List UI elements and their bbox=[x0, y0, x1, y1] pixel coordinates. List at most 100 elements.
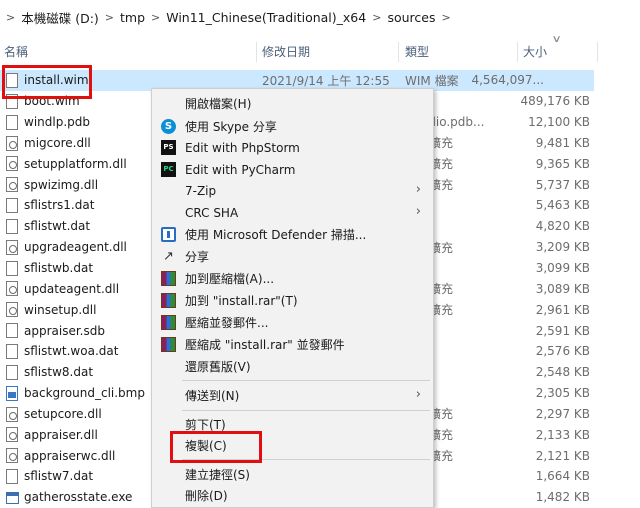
share-icon: ↗ bbox=[163, 249, 174, 264]
file-size: 2,133 KB bbox=[535, 427, 590, 442]
file-date: 2021/9/14 上午 12:55 bbox=[262, 73, 390, 88]
menu-item-pycharm[interactable]: PC Edit with PyCharm bbox=[152, 159, 433, 180]
file-name: setupplatform.dll bbox=[24, 156, 127, 171]
menu-separator bbox=[182, 410, 430, 411]
menu-item-7zip[interactable]: 7-Zip › bbox=[152, 180, 433, 201]
file-type: WIM 檔案 bbox=[405, 73, 459, 88]
menu-separator bbox=[182, 380, 430, 381]
file-size: 9,481 KB bbox=[535, 135, 590, 150]
column-divider[interactable] bbox=[398, 42, 399, 62]
menu-item-share[interactable]: ↗ 分享 bbox=[152, 246, 433, 267]
file-name: sflistwb.dat bbox=[24, 261, 94, 276]
dll-icon bbox=[6, 406, 18, 422]
menu-item-label: 傳送到(N) bbox=[185, 389, 240, 403]
file-icon bbox=[6, 469, 18, 485]
breadcrumb-item[interactable]: 本機磁碟 (D:) bbox=[21, 8, 99, 27]
winrar-icon bbox=[161, 271, 176, 286]
file-size: 2,297 KB bbox=[535, 406, 590, 421]
column-header-date[interactable]: 修改日期 bbox=[262, 38, 310, 66]
column-header-name[interactable]: 名稱 bbox=[4, 38, 28, 66]
menu-item-send-to[interactable]: 傳送到(N) › bbox=[152, 385, 433, 406]
file-name: updateagent.dll bbox=[24, 281, 120, 296]
file-name: sflistwt.woa.dat bbox=[24, 344, 119, 359]
file-name: appraiser.dll bbox=[24, 427, 98, 442]
file-icon bbox=[6, 364, 18, 380]
menu-item-label: Edit with PhpStorm bbox=[185, 140, 300, 155]
chevron-right-icon[interactable]: > bbox=[151, 11, 160, 24]
file-size: 2,591 KB bbox=[535, 323, 590, 338]
file-name: background_cli.bmp bbox=[24, 386, 145, 401]
file-size: 9,365 KB bbox=[535, 156, 590, 171]
winrar-icon bbox=[161, 337, 176, 352]
menu-item-label: 分享 bbox=[185, 250, 210, 264]
menu-item-delete[interactable]: 刪除(D) bbox=[152, 485, 433, 506]
exe-icon bbox=[6, 491, 19, 504]
file-icon bbox=[6, 323, 18, 339]
menu-item-add-archive[interactable]: 加到壓縮檔(A)... bbox=[152, 268, 433, 289]
breadcrumb-item[interactable]: Win11_Chinese(Traditional)_x64 bbox=[166, 10, 366, 25]
file-icon bbox=[6, 343, 18, 359]
column-divider[interactable] bbox=[517, 42, 518, 62]
menu-item-label: Edit with PyCharm bbox=[185, 162, 296, 177]
dll-icon bbox=[6, 302, 18, 318]
menu-item-skype[interactable]: S 使用 Skype 分享 bbox=[152, 116, 433, 137]
file-name: upgradeagent.dll bbox=[24, 240, 127, 255]
menu-item-label: 還原舊版(V) bbox=[185, 360, 251, 374]
file-size: 1,482 KB bbox=[535, 490, 590, 505]
chevron-right-icon[interactable]: > bbox=[6, 11, 15, 24]
menu-item-label: 壓縮成 "install.rar" 並發郵件 bbox=[185, 338, 345, 352]
file-size: 4,564,097... bbox=[471, 73, 544, 88]
file-name: spwizimg.dll bbox=[24, 177, 99, 192]
menu-item-label: 刪除(D) bbox=[185, 489, 228, 503]
file-size: 12,100 KB bbox=[528, 115, 590, 130]
highlight-box-install-wim bbox=[2, 65, 92, 99]
file-size: 2,576 KB bbox=[535, 344, 590, 359]
defender-shield-icon bbox=[161, 227, 176, 242]
file-size: 3,099 KB bbox=[535, 261, 590, 276]
file-size: 2,961 KB bbox=[535, 302, 590, 317]
file-size: 489,176 KB bbox=[520, 94, 590, 109]
skype-icon: S bbox=[161, 119, 176, 134]
chevron-right-icon[interactable]: > bbox=[105, 11, 114, 24]
breadcrumb-item[interactable]: tmp bbox=[120, 10, 145, 25]
menu-item-compress-email[interactable]: 壓縮並發郵件... bbox=[152, 312, 433, 333]
dll-icon bbox=[6, 448, 18, 464]
file-size: 2,121 KB bbox=[535, 448, 590, 463]
column-divider[interactable] bbox=[597, 42, 598, 62]
chevron-right-icon[interactable]: > bbox=[372, 11, 381, 24]
menu-item-phpstorm[interactable]: PS Edit with PhpStorm bbox=[152, 137, 433, 158]
menu-item-open[interactable]: 開啟檔案(H) bbox=[152, 93, 433, 114]
highlight-box-copy bbox=[170, 431, 262, 463]
menu-item-label: 建立捷徑(S) bbox=[185, 468, 250, 482]
dll-icon bbox=[6, 156, 18, 172]
menu-item-label: 加到 "install.rar"(T) bbox=[185, 294, 298, 308]
file-size: 1,664 KB bbox=[535, 469, 590, 484]
menu-item-create-shortcut[interactable]: 建立捷徑(S) bbox=[152, 464, 433, 485]
menu-item-label: 7-Zip bbox=[185, 183, 217, 198]
menu-item-defender[interactable]: 使用 Microsoft Defender 掃描... bbox=[152, 224, 433, 245]
file-name: setupcore.dll bbox=[24, 406, 102, 421]
dll-icon bbox=[6, 135, 18, 151]
chevron-right-icon[interactable]: > bbox=[441, 11, 450, 24]
address-bar[interactable]: > 本機磁碟 (D:) > tmp > Win11_Chinese(Tradit… bbox=[0, 0, 640, 36]
breadcrumb-item[interactable]: sources bbox=[387, 10, 435, 25]
menu-item-compress-rar-email[interactable]: 壓縮成 "install.rar" 並發郵件 bbox=[152, 334, 433, 355]
menu-item-crc-sha[interactable]: CRC SHA › bbox=[152, 202, 433, 223]
file-size: 2,548 KB bbox=[535, 365, 590, 380]
file-size: 5,463 KB bbox=[535, 198, 590, 213]
dll-icon bbox=[6, 281, 18, 297]
file-size: 2,305 KB bbox=[535, 386, 590, 401]
menu-item-label: 使用 Microsoft Defender 掃描... bbox=[185, 228, 367, 242]
menu-item-restore[interactable]: 還原舊版(V) bbox=[152, 356, 433, 377]
bmp-icon bbox=[6, 385, 18, 401]
menu-item-add-rar[interactable]: 加到 "install.rar"(T) bbox=[152, 290, 433, 311]
column-divider[interactable] bbox=[256, 42, 257, 62]
file-name: gatherosstate.exe bbox=[24, 490, 133, 505]
file-size: 3,209 KB bbox=[535, 240, 590, 255]
menu-item-label: 開啟檔案(H) bbox=[185, 97, 252, 111]
file-name: sflistwt.dat bbox=[24, 219, 91, 234]
chevron-right-icon: › bbox=[415, 182, 421, 197]
column-header-size[interactable]: 大小 bbox=[523, 38, 547, 66]
file-name: appraiser.sdb bbox=[24, 323, 105, 338]
column-header-type[interactable]: 類型 bbox=[405, 38, 429, 66]
